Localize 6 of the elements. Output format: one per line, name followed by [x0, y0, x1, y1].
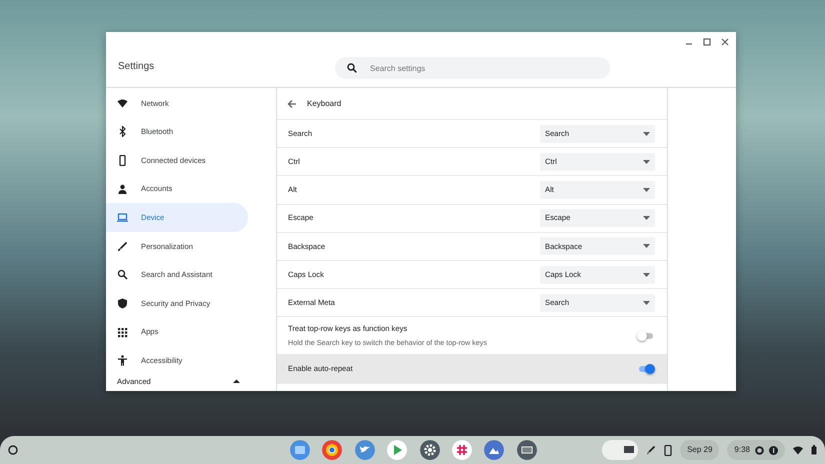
window-title: Settings — [117, 60, 156, 74]
search-field[interactable]: Search settings — [335, 57, 610, 79]
clock-time: 9:38 — [734, 444, 750, 456]
date-button[interactable]: Sep 29 — [680, 440, 720, 460]
page-title: Keyboard — [307, 98, 342, 110]
status-area[interactable]: 9:38 — [727, 440, 785, 460]
